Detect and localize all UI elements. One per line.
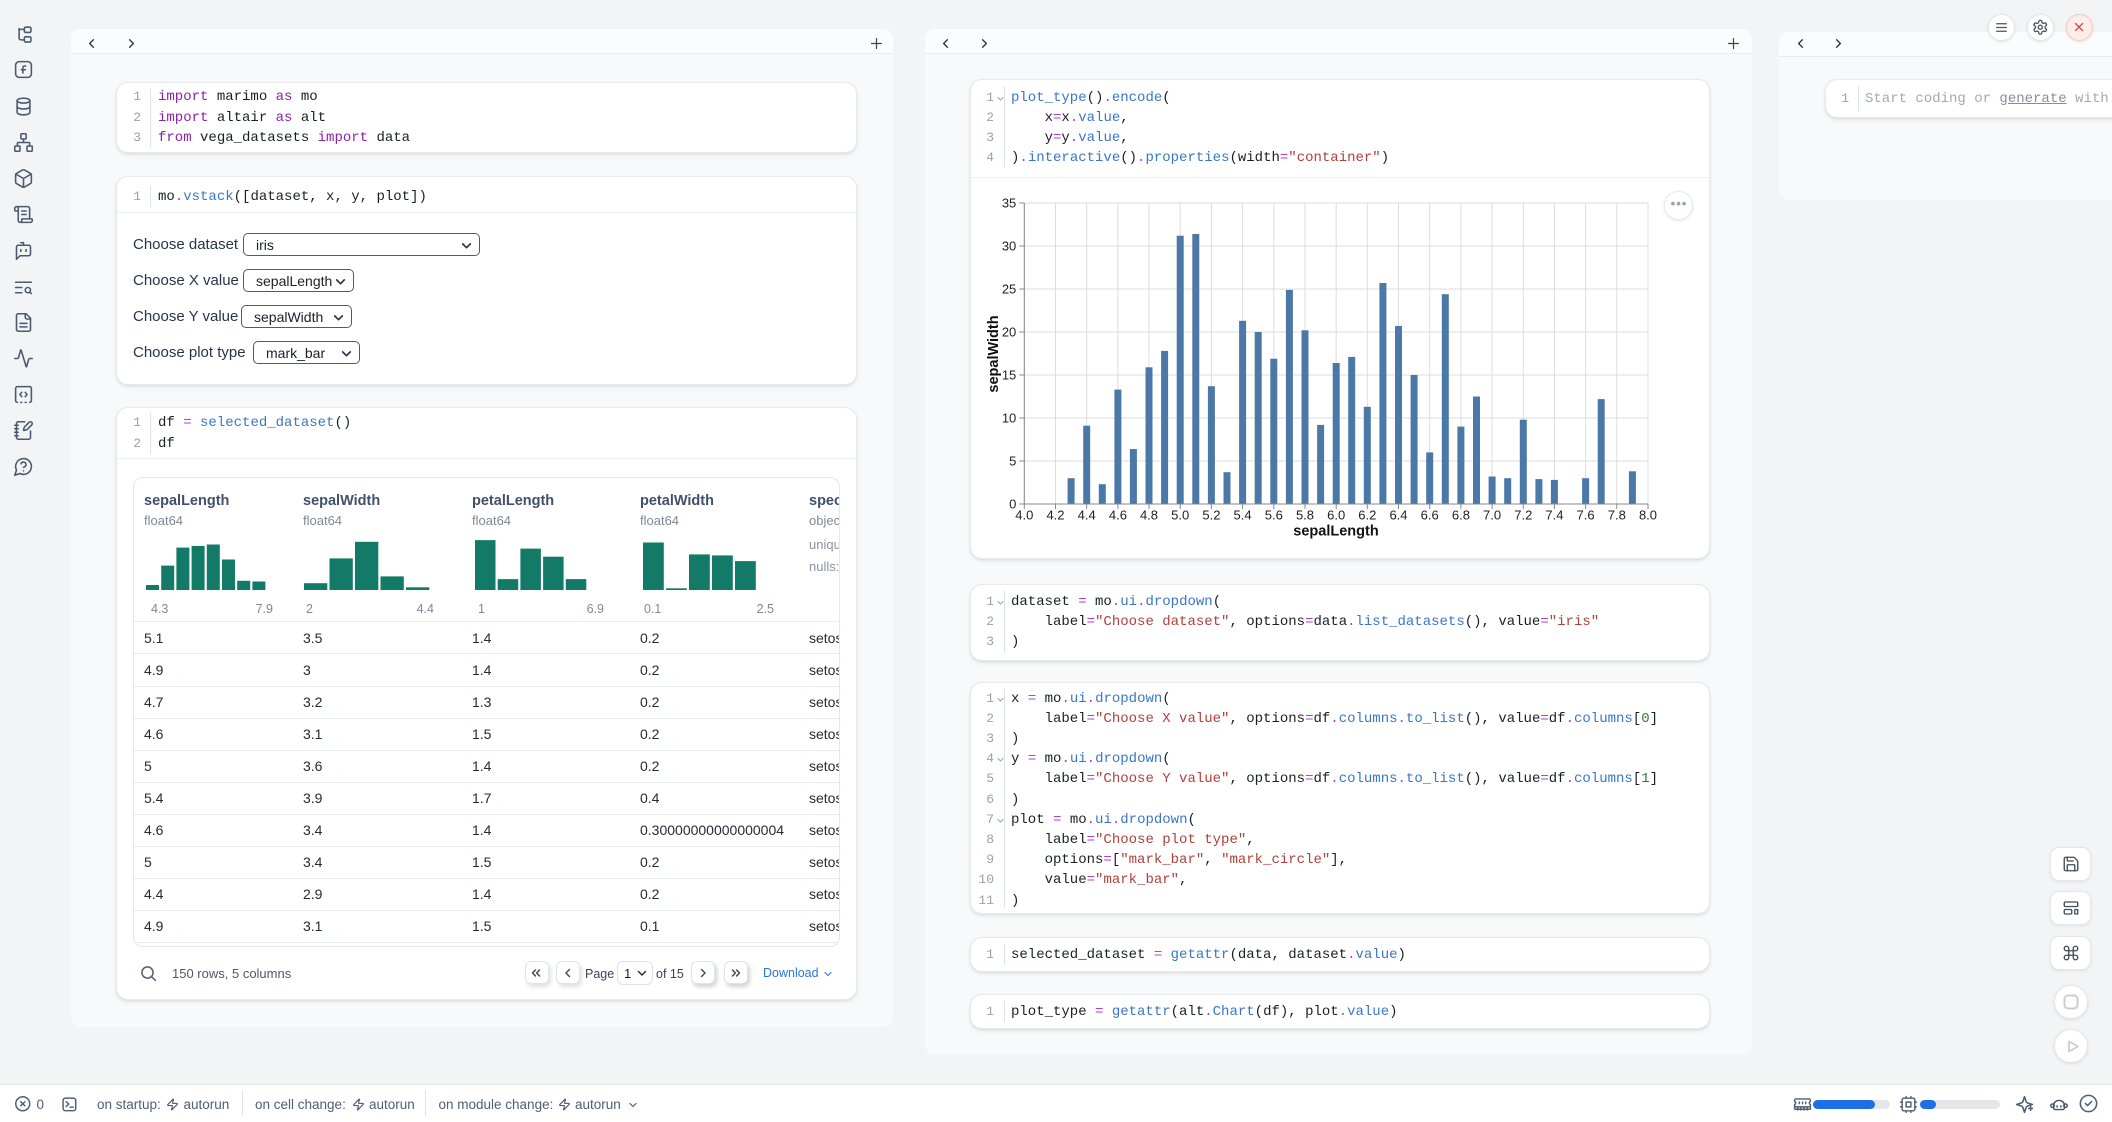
svg-text:6.4: 6.4 — [1389, 508, 1407, 523]
svg-text:7.8: 7.8 — [1608, 508, 1626, 523]
svg-text:5: 5 — [1009, 454, 1016, 469]
svg-text:6.8: 6.8 — [1452, 508, 1470, 523]
svg-text:15: 15 — [1002, 368, 1016, 383]
svg-text:25: 25 — [1002, 282, 1016, 297]
svg-text:7.0: 7.0 — [1483, 508, 1501, 523]
svg-text:4.4: 4.4 — [1078, 508, 1096, 523]
svg-text:10: 10 — [1002, 411, 1016, 426]
svg-text:7.6: 7.6 — [1577, 508, 1595, 523]
svg-text:7.2: 7.2 — [1514, 508, 1532, 523]
svg-text:sepalWidth: sepalWidth — [986, 315, 1002, 392]
svg-text:5.2: 5.2 — [1202, 508, 1220, 523]
svg-text:5.8: 5.8 — [1296, 508, 1314, 523]
svg-text:4.0: 4.0 — [1015, 508, 1033, 523]
svg-text:6.6: 6.6 — [1421, 508, 1439, 523]
svg-text:4.8: 4.8 — [1140, 508, 1158, 523]
svg-text:6.2: 6.2 — [1358, 508, 1376, 523]
svg-text:5.6: 5.6 — [1265, 508, 1283, 523]
svg-text:sepalLength: sepalLength — [1293, 524, 1378, 540]
svg-text:7.4: 7.4 — [1545, 508, 1563, 523]
svg-text:4.2: 4.2 — [1046, 508, 1064, 523]
svg-text:20: 20 — [1002, 325, 1016, 340]
svg-text:0: 0 — [1009, 497, 1016, 512]
svg-text:30: 30 — [1002, 239, 1016, 254]
svg-text:5.4: 5.4 — [1234, 508, 1252, 523]
svg-text:35: 35 — [1002, 196, 1016, 211]
svg-text:5.0: 5.0 — [1171, 508, 1189, 523]
svg-text:4.6: 4.6 — [1109, 508, 1127, 523]
svg-text:6.0: 6.0 — [1327, 508, 1345, 523]
svg-text:8.0: 8.0 — [1639, 508, 1657, 523]
